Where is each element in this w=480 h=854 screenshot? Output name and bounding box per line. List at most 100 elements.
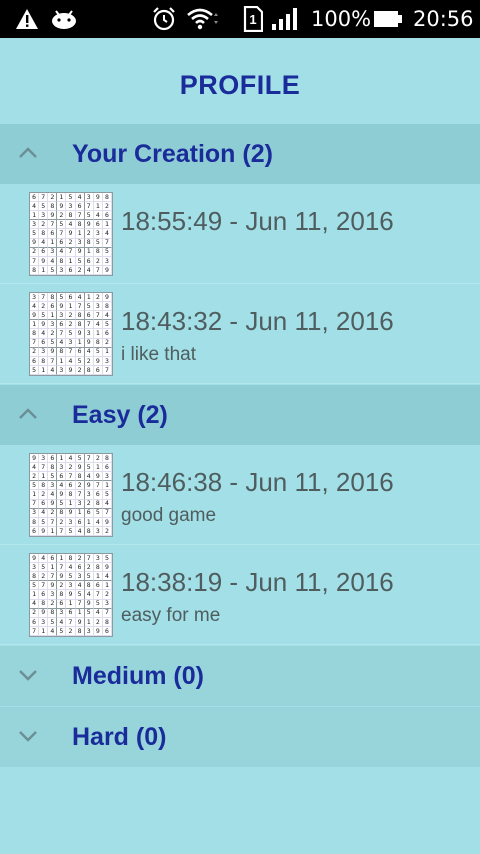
sudoku-cell: 7 (57, 229, 67, 239)
sudoku-cell: 5 (30, 365, 40, 375)
sudoku-cell: 3 (66, 581, 76, 591)
sudoku-cell: 6 (48, 229, 58, 239)
list-item[interactable]: 9361457284783295162156784935834629711249… (0, 445, 480, 545)
sudoku-cell: 2 (66, 463, 76, 473)
sudoku-cell: 7 (48, 356, 58, 366)
sudoku-cell: 3 (93, 229, 103, 239)
sudoku-cell: 2 (93, 293, 103, 303)
sudoku-cell: 5 (66, 572, 76, 582)
sudoku-cell: 5 (30, 481, 40, 491)
item-timestamp: 18:38:19 - Jun 11, 2016 (121, 567, 394, 597)
sudoku-cell: 5 (84, 302, 94, 312)
sudoku-cell: 8 (39, 229, 49, 239)
group-header-your-creation[interactable]: Your Creation (2) (0, 124, 480, 184)
sudoku-cell: 2 (66, 311, 76, 321)
group-header-medium[interactable]: Medium (0) (0, 646, 480, 706)
sudoku-cell: 3 (57, 608, 67, 618)
sudoku-cell: 5 (102, 320, 112, 330)
sudoku-cell: 6 (93, 365, 103, 375)
chevron-up-icon (19, 408, 37, 419)
sudoku-cell: 7 (39, 193, 49, 203)
list-item[interactable]: 9461827353517462898279535145792348611638… (0, 545, 480, 645)
sudoku-cell: 6 (84, 508, 94, 518)
list-item[interactable]: 6721543984589367121392875463275489615867… (0, 184, 480, 284)
sudoku-cell: 5 (48, 265, 58, 275)
sudoku-cell: 7 (93, 481, 103, 491)
item-timestamp: 18:55:49 - Jun 11, 2016 (121, 206, 394, 236)
sudoku-cell: 2 (48, 508, 58, 518)
sudoku-cell: 8 (48, 608, 58, 618)
sudoku-cell: 2 (75, 365, 85, 375)
sudoku-cell: 7 (66, 347, 76, 357)
sudoku-cell: 1 (57, 193, 67, 203)
sudoku-cell: 4 (93, 320, 103, 330)
sudoku-cell: 3 (84, 329, 94, 339)
sudoku-cell: 1 (102, 347, 112, 357)
sudoku-cell: 4 (39, 554, 49, 564)
sudoku-cell: 9 (84, 338, 94, 348)
sudoku-cell: 9 (66, 229, 76, 239)
sudoku-cell: 3 (93, 302, 103, 312)
sudoku-cell: 1 (48, 526, 58, 536)
sudoku-cell: 8 (93, 499, 103, 509)
sudoku-cell: 3 (48, 247, 58, 257)
sudoku-cell: 2 (48, 599, 58, 609)
sudoku-cell: 9 (75, 329, 85, 339)
sudoku-cell: 4 (39, 508, 49, 518)
group-title: Easy (2) (72, 400, 168, 429)
sudoku-cell: 3 (48, 590, 58, 600)
group-header-hard[interactable]: Hard (0) (0, 707, 480, 767)
sudoku-cell: 2 (39, 490, 49, 500)
sudoku-cell: 2 (102, 526, 112, 536)
sudoku-cell: 4 (66, 356, 76, 366)
sudoku-cell: 1 (84, 617, 94, 627)
sudoku-cell: 9 (93, 356, 103, 366)
sudoku-cell: 9 (48, 347, 58, 357)
sudoku-cell: 9 (93, 193, 103, 203)
sudoku-cell: 6 (57, 472, 67, 482)
sudoku-cell: 8 (102, 193, 112, 203)
sudoku-cell: 8 (102, 617, 112, 627)
group-header-easy[interactable]: Easy (2) (0, 385, 480, 445)
sudoku-cell: 8 (102, 302, 112, 312)
alarm-icon (150, 0, 178, 38)
sudoku-cell: 5 (84, 572, 94, 582)
sudoku-cell: 5 (57, 499, 67, 509)
page-title: PROFILE (179, 70, 301, 100)
sudoku-cell: 5 (102, 490, 112, 500)
sudoku-cell: 4 (102, 572, 112, 582)
sudoku-cell: 8 (30, 265, 40, 275)
list-item[interactable]: 3785641294269175389513286741936287458427… (0, 284, 480, 384)
sudoku-cell: 7 (75, 211, 85, 221)
sudoku-cell: 1 (84, 293, 94, 303)
sudoku-cell: 8 (57, 347, 67, 357)
chevron-up-icon (19, 147, 37, 158)
sudoku-cell: 1 (93, 329, 103, 339)
sudoku-cell: 8 (84, 238, 94, 248)
sudoku-cell: 9 (48, 211, 58, 221)
sudoku-cell: 4 (84, 347, 94, 357)
sudoku-cell: 3 (39, 454, 49, 464)
sudoku-cell: 3 (30, 293, 40, 303)
sudoku-cell: 2 (93, 617, 103, 627)
sudoku-cell: 6 (57, 320, 67, 330)
sudoku-cell: 7 (48, 220, 58, 230)
sudoku-cell: 5 (75, 454, 85, 464)
sudoku-cell: 9 (30, 311, 40, 321)
sudoku-cell: 1 (66, 499, 76, 509)
sudoku-cell: 8 (30, 572, 40, 582)
sudoku-cell: 6 (30, 193, 40, 203)
sudoku-cell: 6 (30, 526, 40, 536)
sudoku-cell: 1 (57, 356, 67, 366)
sudoku-cell: 8 (93, 338, 103, 348)
sudoku-cell: 4 (48, 626, 58, 636)
sudoku-cell: 7 (84, 320, 94, 330)
sudoku-cell: 6 (75, 202, 85, 212)
sudoku-cell: 9 (66, 365, 76, 375)
sudoku-cell: 6 (39, 247, 49, 257)
sudoku-cell: 5 (39, 517, 49, 527)
sudoku-cell: 6 (102, 329, 112, 339)
sudoku-cell: 5 (39, 563, 49, 573)
sudoku-cell: 4 (75, 193, 85, 203)
sudoku-cell: 4 (75, 526, 85, 536)
